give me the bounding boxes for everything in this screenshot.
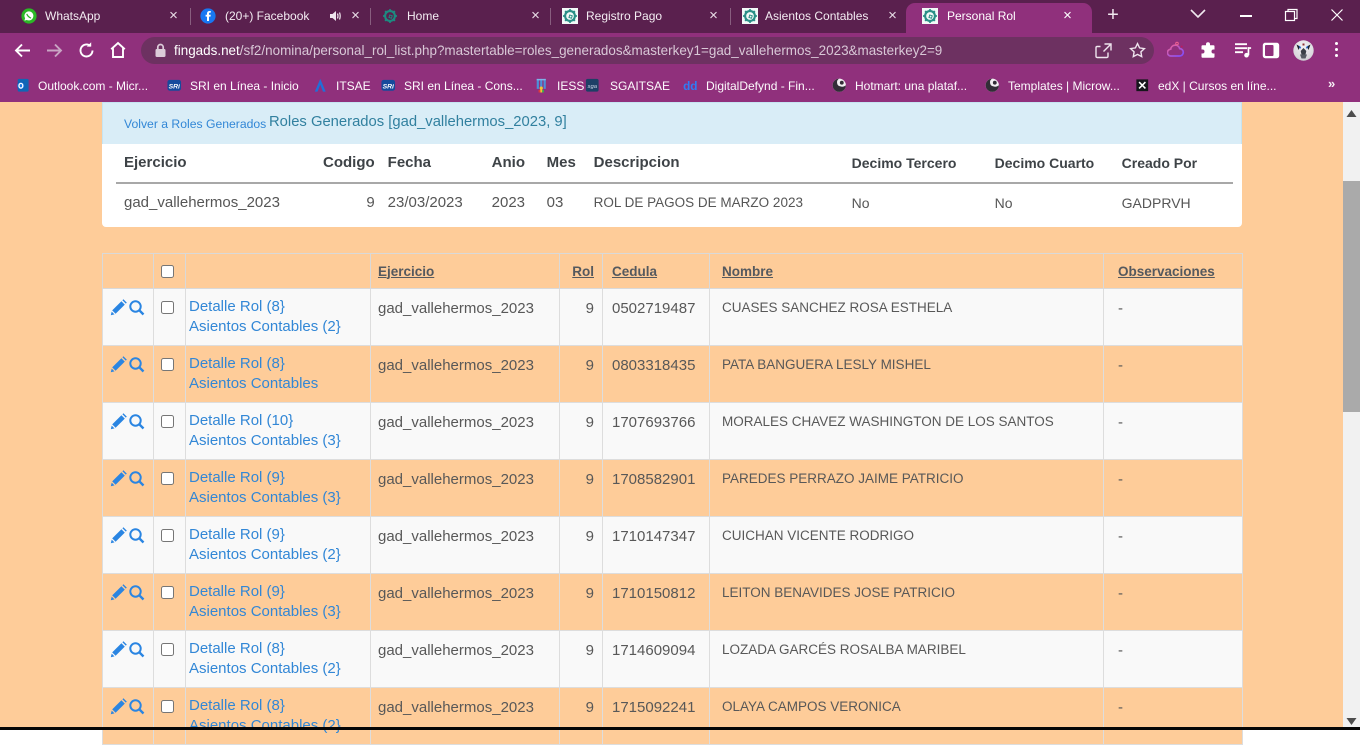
svg-text:sga: sga <box>588 84 598 90</box>
svg-text:dd: dd <box>683 80 697 93</box>
svg-text:SRi: SRi <box>169 83 180 90</box>
svg-text:SRi: SRi <box>383 83 394 90</box>
